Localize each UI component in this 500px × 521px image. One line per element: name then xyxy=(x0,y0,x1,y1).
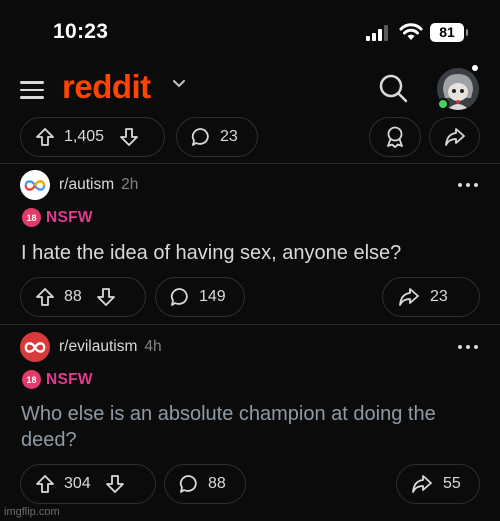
comment-icon xyxy=(170,288,188,306)
award-button[interactable] xyxy=(369,117,421,157)
divider xyxy=(0,163,500,164)
post-time: 4h xyxy=(144,338,162,355)
comments-button[interactable]: 149 xyxy=(155,277,245,317)
more-options-icon[interactable] xyxy=(458,345,480,351)
battery-indicator: 81 xyxy=(430,23,468,42)
share-count: 23 xyxy=(430,288,448,305)
subreddit-icon[interactable] xyxy=(20,170,50,200)
share-button[interactable] xyxy=(429,117,480,157)
nsfw-badge-icon: 18 xyxy=(22,370,41,389)
comments-button[interactable]: 88 xyxy=(164,464,246,504)
upvote-icon[interactable] xyxy=(35,127,55,147)
subreddit-name[interactable]: r/autism xyxy=(59,176,114,194)
subreddit-name[interactable]: r/evilautism xyxy=(59,338,137,356)
nsfw-label: NSFW xyxy=(46,208,93,226)
share-button[interactable]: 23 xyxy=(382,277,480,317)
nsfw-badge-icon: 18 xyxy=(22,208,41,227)
vote-pill: 88 xyxy=(20,277,146,317)
downvote-icon[interactable] xyxy=(119,127,139,147)
post-header: r/evilautism 4h xyxy=(20,332,162,362)
upvote-count: 304 xyxy=(64,475,91,492)
award-icon xyxy=(387,126,403,148)
divider xyxy=(0,324,500,325)
chevron-down-icon[interactable] xyxy=(172,79,186,89)
post-header: r/autism 2h xyxy=(20,170,138,200)
status-bar: 10:23 81 xyxy=(0,0,500,64)
upvote-icon[interactable] xyxy=(35,287,55,307)
nsfw-tag: 18 NSFW xyxy=(22,208,93,227)
nsfw-tag: 18 NSFW xyxy=(22,370,93,389)
share-icon xyxy=(444,128,465,146)
app-header: reddit xyxy=(0,64,500,114)
infinity-icon xyxy=(24,179,46,191)
more-options-icon[interactable] xyxy=(458,183,480,189)
share-icon xyxy=(412,475,432,493)
vote-pill: 304 xyxy=(20,464,156,504)
nsfw-label: NSFW xyxy=(46,370,93,388)
upvote-count: 1,405 xyxy=(64,128,105,145)
share-count: 55 xyxy=(443,475,461,492)
comment-icon xyxy=(191,128,209,146)
vote-pill: 1,405 xyxy=(20,117,165,157)
post-time: 2h xyxy=(121,176,139,193)
notification-dot xyxy=(472,65,478,71)
comment-icon xyxy=(179,475,197,493)
share-button[interactable]: 55 xyxy=(396,464,480,504)
share-icon xyxy=(399,288,419,306)
clock: 10:23 xyxy=(53,20,109,43)
subreddit-icon[interactable] xyxy=(20,332,50,362)
comments-button[interactable]: 23 xyxy=(176,117,258,157)
downvote-icon[interactable] xyxy=(105,474,125,494)
online-status-dot xyxy=(437,98,449,110)
reddit-logo[interactable]: reddit xyxy=(62,68,151,106)
upvote-count: 88 xyxy=(64,288,82,305)
cellular-signal-icon xyxy=(366,25,392,41)
search-icon[interactable] xyxy=(378,73,408,103)
post-title[interactable]: I hate the idea of having sex, anyone el… xyxy=(21,240,466,266)
downvote-icon[interactable] xyxy=(96,287,116,307)
infinity-icon xyxy=(24,341,46,353)
comment-count: 149 xyxy=(199,288,226,305)
watermark: imgflip.com xyxy=(4,506,60,518)
post-title[interactable]: Who else is an absolute champion at doin… xyxy=(21,401,471,453)
comment-count: 23 xyxy=(220,128,238,145)
upvote-icon[interactable] xyxy=(35,474,55,494)
comment-count: 88 xyxy=(208,475,226,492)
menu-icon[interactable] xyxy=(20,81,44,99)
wifi-icon xyxy=(399,23,423,40)
